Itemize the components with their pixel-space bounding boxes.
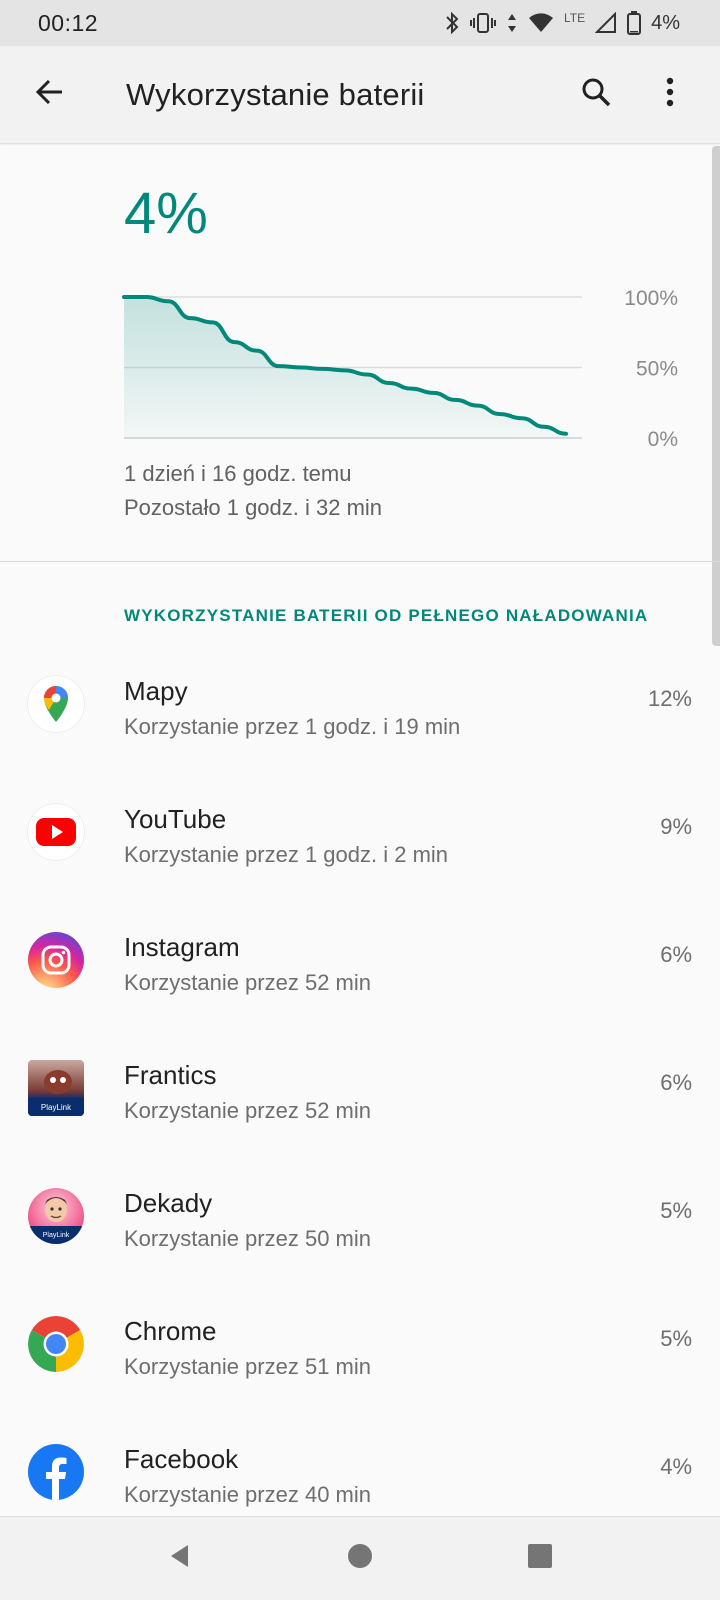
- app-battery-percent: 9%: [660, 814, 692, 839]
- battery-text: 4%: [651, 11, 680, 34]
- app-name: Instagram: [124, 932, 240, 962]
- app-row-dekady[interactable]: PlayLink Dekady Korzystanie przez 50 min…: [0, 1160, 720, 1288]
- app-row-frantics[interactable]: PlayLink Frantics Korzystanie przez 52 m…: [0, 1032, 720, 1160]
- data-transfer-icon: [506, 12, 518, 34]
- nav-back-button[interactable]: [150, 1529, 210, 1589]
- cell-signal-icon: [595, 12, 617, 34]
- status-time: 00:12: [38, 9, 99, 36]
- network-type-label: LTE: [563, 11, 586, 25]
- app-bar: Wykorzystanie baterii: [0, 46, 720, 144]
- arrow-back-icon: [35, 77, 65, 112]
- nav-back-icon: [166, 1542, 194, 1575]
- youtube-icon: [28, 804, 84, 860]
- facebook-icon: [28, 1444, 84, 1500]
- remaining-time-text: Pozostało 1 godz. i 32 min: [124, 495, 383, 520]
- app-usage-time: Korzystanie przez 50 min: [124, 1226, 371, 1251]
- page-title: Wykorzystanie baterii: [126, 76, 425, 112]
- app-usage-time: Korzystanie przez 40 min: [124, 1482, 371, 1507]
- playlink-badge: PlayLink: [43, 1232, 70, 1239]
- battery-chart: 100% 50% 0%: [0, 280, 720, 460]
- battery-icon: [627, 11, 642, 35]
- more-options-button[interactable]: [642, 67, 698, 123]
- app-battery-percent: 5%: [660, 1198, 692, 1223]
- app-row-chrome[interactable]: Chrome Korzystanie przez 51 min 5%: [0, 1288, 720, 1416]
- app-battery-percent: 6%: [660, 1070, 692, 1095]
- divider: [0, 561, 720, 562]
- app-battery-percent: 5%: [660, 1326, 692, 1351]
- dekady-icon: PlayLink: [28, 1188, 84, 1244]
- app-usage-time: Korzystanie przez 1 godz. i 2 min: [124, 842, 449, 867]
- nav-recents-button[interactable]: [510, 1529, 570, 1589]
- app-usage-time: Korzystanie przez 1 godz. i 19 min: [124, 714, 461, 739]
- app-row-instagram[interactable]: Instagram Korzystanie przez 52 min 6%: [0, 904, 720, 1032]
- navigation-bar: [0, 1516, 720, 1600]
- app-name: YouTube: [124, 804, 227, 834]
- app-name: Frantics: [124, 1060, 217, 1090]
- app-battery-percent: 4%: [660, 1454, 692, 1479]
- instagram-icon: [28, 932, 84, 988]
- search-icon: [581, 77, 611, 112]
- vibrate-icon: [469, 12, 496, 34]
- bluetooth-icon: [444, 11, 460, 35]
- nav-recents-icon: [526, 1542, 554, 1575]
- status-bar: 00:12 LTE 4%: [0, 0, 720, 46]
- chart-tick-label: 100%: [624, 287, 678, 310]
- app-name: Dekady: [124, 1188, 213, 1218]
- app-battery-percent: 12%: [647, 686, 692, 711]
- battery-percent: 4%: [124, 181, 208, 246]
- back-button[interactable]: [20, 65, 80, 125]
- app-row-youtube[interactable]: YouTube Korzystanie przez 1 godz. i 2 mi…: [0, 776, 720, 904]
- frantics-icon: PlayLink: [28, 1060, 84, 1116]
- chart-tick-label: 50%: [636, 358, 678, 381]
- since-full-charge-text: 1 dzień i 16 godz. temu: [124, 461, 352, 486]
- app-usage-list: Mapy Korzystanie przez 1 godz. i 19 min …: [0, 648, 720, 1544]
- app-name: Facebook: [124, 1444, 239, 1474]
- app-name: Mapy: [124, 676, 188, 706]
- wifi-icon: [528, 12, 554, 34]
- status-icons: LTE 4%: [444, 11, 680, 35]
- battery-chart-svg: 100% 50% 0%: [122, 287, 678, 451]
- google-maps-icon: [28, 676, 84, 732]
- search-button[interactable]: [568, 67, 624, 123]
- app-name: Chrome: [124, 1316, 217, 1346]
- app-usage-time: Korzystanie przez 51 min: [124, 1354, 371, 1379]
- section-header: WYKORZYSTANIE BATERII OD PEŁNEGO NAŁADOW…: [124, 606, 649, 625]
- more-vert-icon: [666, 77, 674, 112]
- chart-tick-label: 0%: [648, 428, 678, 451]
- nav-home-icon: [346, 1542, 374, 1575]
- chrome-icon: [28, 1316, 84, 1372]
- playlink-badge: PlayLink: [41, 1103, 72, 1112]
- app-usage-time: Korzystanie przez 52 min: [124, 970, 371, 995]
- app-row-mapy[interactable]: Mapy Korzystanie przez 1 godz. i 19 min …: [0, 648, 720, 776]
- nav-home-button[interactable]: [330, 1529, 390, 1589]
- app-usage-time: Korzystanie przez 52 min: [124, 1098, 371, 1123]
- app-battery-percent: 6%: [660, 942, 692, 967]
